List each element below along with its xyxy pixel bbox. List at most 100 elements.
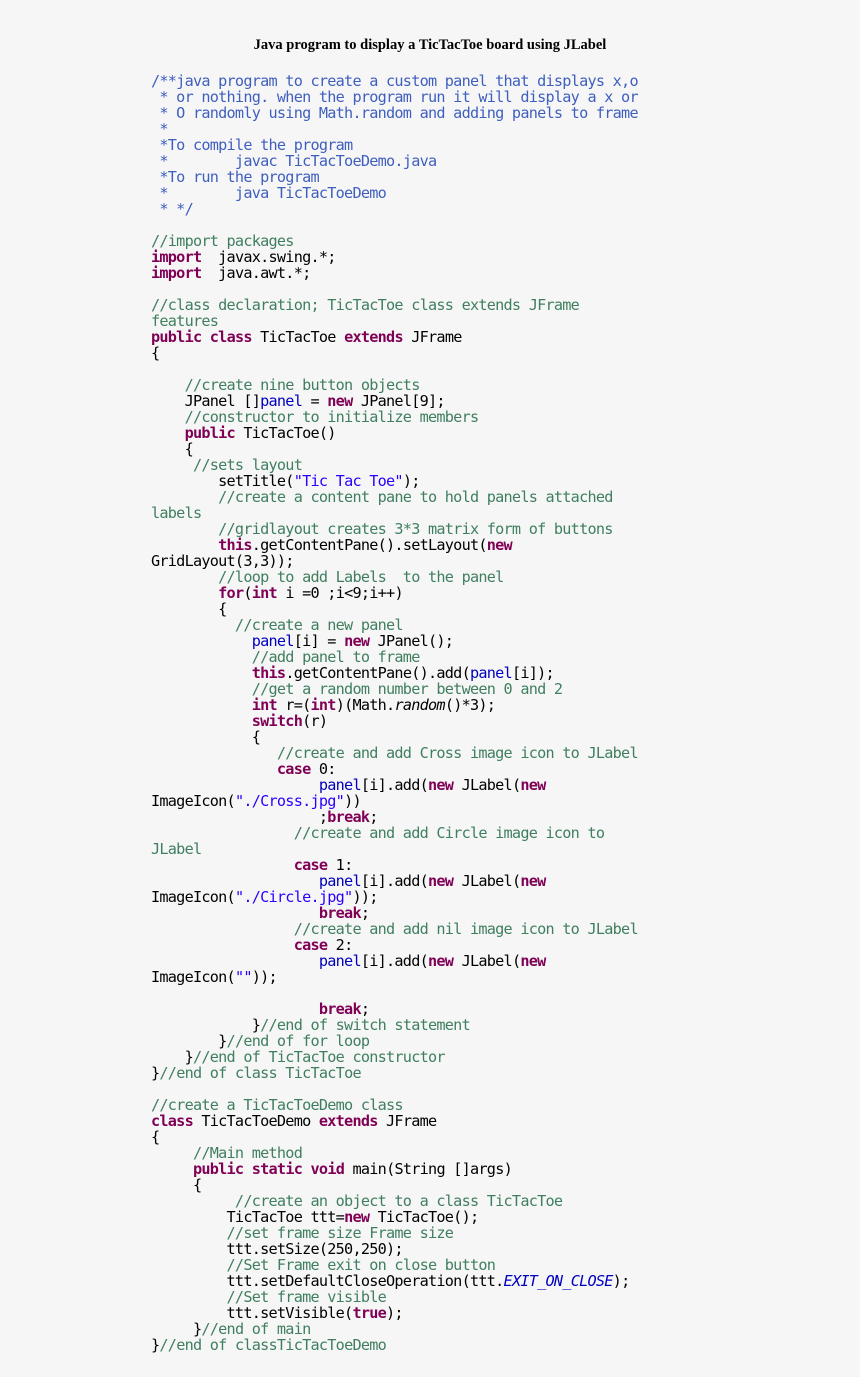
code-line: //add panel to frame [151,649,638,665]
keyword: class [209,328,253,346]
code-text: ()*3); [444,696,496,714]
code-line: { [151,729,638,745]
code-line: case 2: [151,937,638,953]
code-line: ImageIcon("./Cross.jpg")) [151,793,638,809]
code-line: JPanel []panel = new JPanel[9]; [151,393,638,409]
code-line: *To compile the program [151,137,638,153]
code-line: //class declaration; TicTacToe class ext… [151,297,638,313]
code-line: /**java program to create a custom panel… [151,73,639,89]
code-line: //create and add Cross image icon to JLa… [151,745,639,761]
code-line: this.getContentPane().setLayout(new [151,537,638,553]
document-title: Java program to display a TicTacToe boar… [253,37,607,53]
code-line: //create a content pane to hold panels a… [151,489,638,505]
keyword: new [428,872,454,890]
comment: //create a content pane to hold panels a… [151,488,613,506]
keyword: int [251,584,278,602]
code-line: }//end of main [151,1321,638,1337]
code-line: }//end of class TicTacToe [151,1065,638,1081]
comment: //end of classTicTacToeDemo [159,1336,387,1354]
code-line: //set frame size Frame size [151,1225,638,1241]
code-line: labels [151,505,638,521]
code-line: int r=(int)(Math.random()*3); [151,697,638,713]
keyword: void [310,1160,345,1178]
code-line: case 0: [151,761,638,777]
code-text: { [151,344,160,362]
code-line: }//end of switch statement [151,1017,638,1033]
code-line: import java.awt.*; [151,265,638,281]
javadoc-comment: * O randomly using Math.random and addin… [151,104,638,122]
keyword: static [251,1160,303,1178]
keyword: new [428,952,454,970]
code-text: ( [243,584,252,602]
code-line: switch(r) [151,713,638,729]
method-ref: random [394,696,445,714]
code-line: //gridlayout creates 3*3 matrix form of … [151,521,638,537]
static-field-ref: EXIT_ON_CLOSE [503,1272,614,1290]
string-literal: "" [234,968,253,986]
code-line: case 1: [151,857,638,873]
code-text: TicTacToe() [234,424,336,442]
code-line: * O randomly using Math.random and addin… [151,105,638,121]
code-line: ttt.setVisible(true); [151,1305,638,1321]
code-line: ImageIcon("")); [151,969,638,985]
comment: //end of class TicTacToe [159,1064,361,1082]
code-line: //Set frame visible [151,1289,638,1305]
code-line: //sets layout [151,457,638,473]
code-text: TicTacToeDemo [192,1112,319,1130]
code-line: //create and add Circle image icon to [151,825,638,841]
code-text: JLabel( [453,776,522,794]
code-line: public class TicTacToe extends JFrame [151,329,638,345]
keyword: true [352,1304,387,1322]
code-line: { [151,1177,638,1193]
code-line: break; [151,1001,638,1017]
keyword: new [520,776,546,794]
code-line: //loop to add Labels to the panel [151,569,638,585]
code-line: * java TicTacToeDemo [151,185,638,201]
code-text: i =0 ;i<9;i++) [276,584,403,602]
code-line: break; [151,905,638,921]
code-line: //create and add nil image icon to JLabe… [151,921,639,937]
code-text: main(String []args) [344,1160,513,1178]
code-line: for(int i =0 ;i<9;i++) [151,585,638,601]
code-line: //import packages [151,233,638,249]
keyword: new [428,776,454,794]
code-line: //constructor to initialize members [151,409,638,425]
code-line: * or nothing. when the program run it wi… [151,89,638,105]
keyword: extends [318,1112,379,1130]
code-line: panel[i].add(new JLabel(new [151,777,638,793]
code-line: //Main method [151,1145,638,1161]
code-line: { [151,345,638,361]
code-line: features [151,313,638,329]
code-line: panel[i].add(new JLabel(new [151,953,638,969]
code-line: ttt.setDefaultCloseOperation(ttt.EXIT_ON… [151,1273,638,1289]
code-line: public static void main(String []args) [151,1161,638,1177]
code-line: this.getContentPane().add(panel[i]); [151,665,638,681]
code-text: TicTacToe [251,328,345,346]
code-line: //create a new panel [151,617,638,633]
code-text: )); [251,968,278,986]
code-text: java.awt.*; [201,264,311,282]
code-line: * javac TicTacToeDemo.java [151,153,638,169]
code-line: TicTacToe ttt=new TicTacToe(); [151,1209,638,1225]
code-line: ImageIcon("./Circle.jpg")); [151,889,638,905]
code-line: GridLayout(3,3)); [151,553,638,569]
code-text: JFrame [377,1112,437,1130]
code-line: ttt.setSize(250,250); [151,1241,638,1257]
keyword: new [520,872,546,890]
code-line: public TicTacToe() [151,425,638,441]
javadoc-comment: * */ [151,200,193,218]
code-line: panel[i].add(new JLabel(new [151,873,638,889]
code-line: { [151,1129,638,1145]
code-text: ); [612,1272,631,1290]
code-line: { [151,441,638,457]
code-line: setTitle("Tic Tac Toe"); [151,473,638,489]
code-text: JFrame [402,328,462,346]
code-line: * */ [151,201,638,217]
code-line: //create an object to a class TicTacToe [151,1193,638,1209]
